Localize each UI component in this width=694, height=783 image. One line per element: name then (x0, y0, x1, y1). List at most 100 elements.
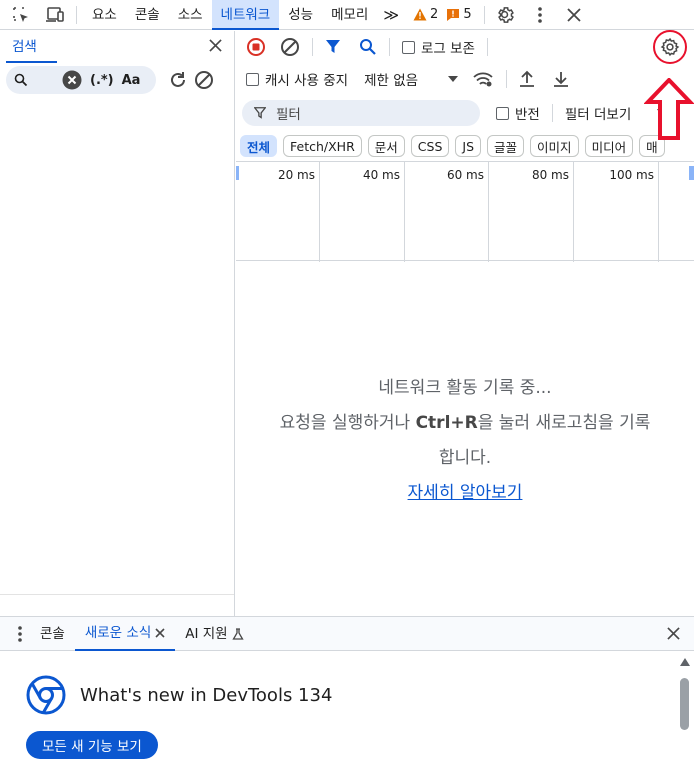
throttle-value: 제한 없음 (364, 73, 419, 89)
more-options-icon[interactable] (529, 4, 551, 26)
clear-results-icon[interactable] (194, 70, 214, 90)
search-icon (14, 73, 28, 87)
preserve-log-label: 로그 보존 (421, 41, 475, 57)
filter-chip-doc[interactable]: 문서 (367, 135, 405, 157)
inspect-element-icon[interactable] (10, 4, 32, 26)
hint-text-b: 을 눌러 새로고침을 기록 (477, 413, 651, 433)
search-toolbar: (.*) Aa (0, 63, 234, 97)
toolbar-divider (483, 5, 485, 24)
filter-chip-js[interactable]: JS (455, 135, 482, 157)
scrollbar-thumb[interactable] (680, 678, 689, 730)
filter-input-box[interactable]: 필터 (242, 100, 480, 126)
tab-performance[interactable]: 성능 (279, 0, 322, 30)
clear-log-icon[interactable] (280, 37, 300, 57)
filter-row: 필터 반전 필터 더보기 (236, 99, 694, 127)
filter-chip-all[interactable]: 전체 (240, 135, 278, 157)
clear-search-icon[interactable] (62, 70, 82, 90)
warnings-badge[interactable]: 2 (413, 7, 438, 22)
filter-icon[interactable] (325, 39, 341, 55)
invert-label: 반전 (515, 107, 540, 123)
timeline-tick: 40 ms (320, 162, 405, 262)
toolbar-divider (551, 104, 553, 122)
import-har-icon[interactable] (519, 70, 535, 88)
device-toolbar-icon[interactable] (44, 4, 66, 26)
drawer-tab-console[interactable]: 콘솔 (30, 617, 75, 651)
preserve-log-checkbox[interactable] (402, 40, 415, 54)
drawer-tab-whats-new[interactable]: 새로운 소식 (74, 617, 176, 651)
filter-chip-css[interactable]: CSS (410, 135, 450, 157)
drawer-tab-whats-new-label: 새로운 소식 (84, 624, 152, 641)
timeline-overview[interactable]: 20 ms 40 ms 60 ms 80 ms 100 ms (236, 161, 694, 262)
drawer-tab-ai-assistance[interactable]: AI 지원 (175, 617, 253, 651)
search-network-icon[interactable] (359, 38, 377, 56)
chrome-devtools-logo (26, 675, 66, 715)
timeline-right-handle[interactable] (689, 166, 694, 180)
toolbar-divider (389, 38, 390, 56)
network-settings-gear-icon[interactable] (660, 37, 680, 57)
errors-count: 5 (463, 7, 472, 22)
export-har-icon[interactable] (553, 70, 569, 88)
resource-type-filters: 전체 Fetch/XHR 문서 CSS JS 글꼴 이미지 미디어 매 (236, 133, 694, 159)
timeline-left-handle[interactable] (236, 166, 239, 180)
annotation-arrow (644, 78, 694, 140)
close-devtools-icon[interactable] (563, 4, 585, 26)
regex-toggle[interactable]: (.*) (90, 73, 114, 88)
toolbar-divider (76, 5, 77, 24)
warnings-count: 2 (430, 7, 439, 22)
more-filters-label: 필터 더보기 (564, 107, 632, 123)
filter-funnel-icon (254, 107, 266, 119)
annotation-highlight-circle (653, 30, 687, 64)
match-case-toggle[interactable]: Aa (122, 73, 141, 88)
errors-badge[interactable]: 5 (446, 7, 472, 22)
hint-message-end: 합니다. (438, 448, 492, 468)
tab-elements[interactable]: 요소 (83, 0, 126, 30)
drawer-menu-icon[interactable] (18, 625, 22, 642)
stop-recording-icon[interactable] (246, 37, 266, 57)
timeline-tick: 100 ms (574, 162, 659, 262)
timeline-tick: 60 ms (405, 162, 489, 262)
scroll-up-icon[interactable] (680, 658, 690, 666)
search-panel-tab[interactable]: 검색 (6, 31, 57, 63)
recording-message: 네트워크 활동 기록 중... (378, 378, 552, 398)
refresh-icon[interactable] (168, 70, 188, 90)
filter-chip-media[interactable]: 미디어 (584, 135, 634, 157)
tab-console[interactable]: 콘솔 (126, 0, 169, 30)
chevron-down-icon (448, 76, 459, 82)
whats-new-header: What's new in DevTools 134 (26, 675, 332, 715)
filter-chip-font[interactable]: 글꼴 (487, 135, 525, 157)
see-all-features-button[interactable]: 모든 새 기능 보기 (26, 731, 158, 759)
more-tabs-button[interactable]: ≫ (377, 0, 405, 30)
filter-chip-fetch-xhr[interactable]: Fetch/XHR (283, 135, 362, 157)
tab-network[interactable]: 네트워크 (211, 0, 280, 30)
throttle-select[interactable]: 제한 없음 (364, 69, 459, 89)
settings-gear-icon[interactable] (495, 4, 517, 26)
invert-checkbox[interactable] (496, 106, 509, 120)
close-search-panel-icon[interactable] (209, 38, 222, 56)
close-tab-icon[interactable] (155, 627, 165, 638)
tab-memory[interactable]: 메모리 (322, 0, 377, 30)
search-box[interactable]: (.*) Aa (6, 66, 156, 94)
search-panel: 검색 (.*) Aa (0, 31, 235, 616)
drawer-tabs: 콘솔 새로운 소식 AI 지원 (0, 617, 694, 651)
learn-more-link[interactable]: 자세히 알아보기 (408, 483, 523, 503)
drawer-tab-ai-label: AI 지원 (185, 625, 228, 642)
search-status-bar (0, 594, 234, 616)
devtools-top-toolbar: 요소 콘솔 소스 네트워크 성능 메모리 ≫ 2 5 (0, 0, 694, 30)
tab-sources[interactable]: 소스 (169, 0, 212, 30)
filter-placeholder: 필터 (276, 107, 301, 123)
shortcut-text: Ctrl+R (415, 413, 478, 433)
timeline-tick: 80 ms (489, 162, 574, 262)
disable-cache-checkbox[interactable] (246, 72, 259, 86)
more-filters-button[interactable]: 필터 더보기 (565, 103, 655, 123)
search-input[interactable] (36, 72, 54, 88)
filter-chip-img[interactable]: 이미지 (530, 135, 579, 157)
close-drawer-icon[interactable] (667, 627, 680, 640)
toolbar-divider (486, 38, 488, 56)
network-conditions-icon[interactable] (472, 70, 494, 88)
search-panel-header: 검색 (0, 31, 234, 63)
disable-cache-label: 캐시 사용 중지 (265, 73, 349, 89)
warning-icon (413, 8, 427, 21)
drawer-scrollbar[interactable] (680, 655, 690, 783)
experimental-flask-icon (231, 627, 244, 640)
toolbar-divider (506, 70, 508, 88)
